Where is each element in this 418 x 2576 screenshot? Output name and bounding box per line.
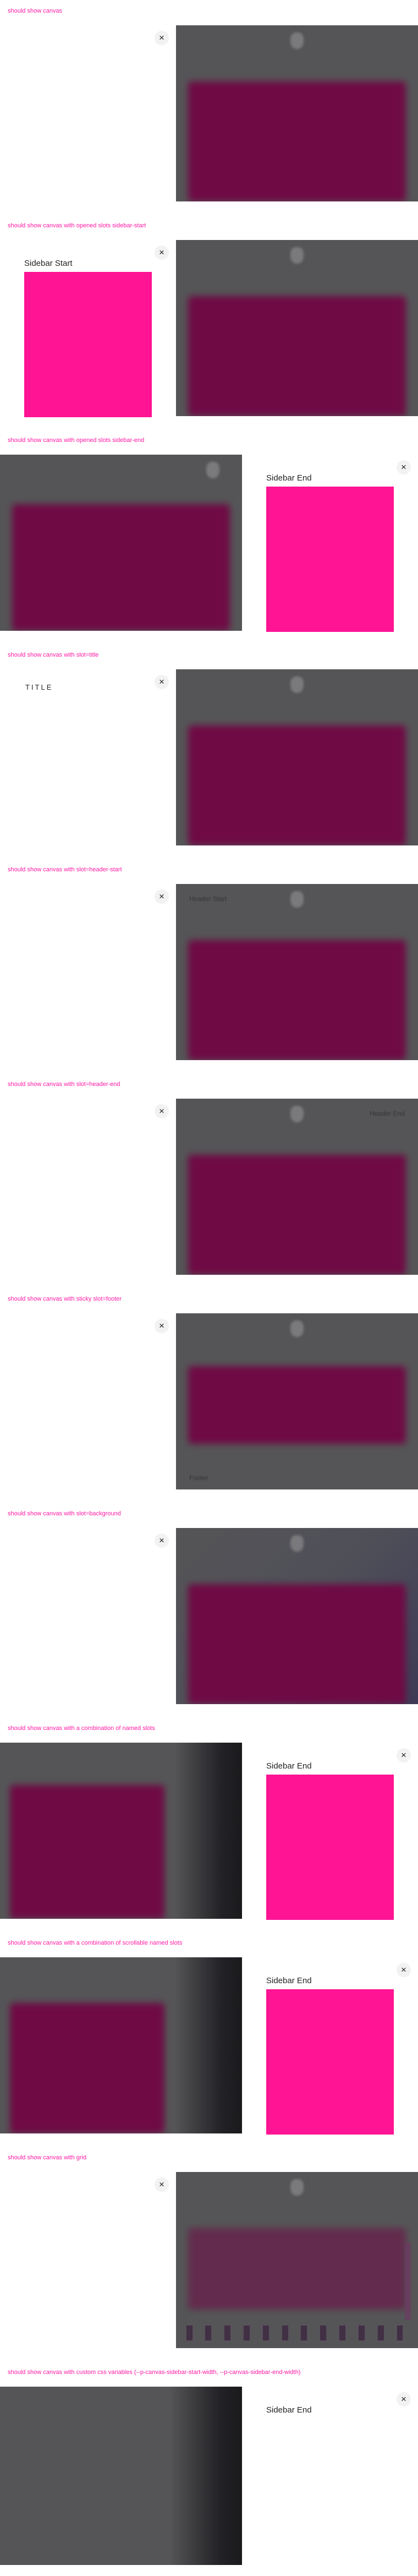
sidebar-end-content [266, 487, 394, 632]
example-grid: should show canvas with grid × [0, 2147, 418, 2361]
canvas-main [176, 25, 418, 201]
sidebar-start-title: Sidebar Start [24, 259, 73, 268]
grid-column [205, 2325, 212, 2342]
example-heading: should show canvas with slot=header-end [8, 1081, 120, 1088]
sidebar-start-shadow [174, 1957, 242, 2133]
canvas-main [176, 240, 418, 416]
example-sidebar-end: should show canvas with opened slots sid… [0, 429, 418, 644]
example-combination: should show canvas with a combination of… [0, 1717, 418, 1932]
grid-column [281, 2325, 289, 2342]
close-icon[interactable]: × [155, 1319, 169, 1333]
canvas-main [0, 1957, 242, 2133]
close-icon[interactable]: × [155, 1533, 169, 1548]
example-header-end: should show canvas with slot=header-end … [0, 1073, 418, 1288]
example-heading: should show canvas with custom css varia… [8, 2369, 301, 2376]
canvas-main [0, 455, 242, 631]
grid-column [339, 2325, 346, 2342]
sidebar-start-content [24, 272, 152, 417]
main-content [188, 1155, 406, 1275]
grid-column [396, 2325, 404, 2342]
logo-icon [290, 676, 304, 693]
close-icon[interactable]: × [397, 1963, 411, 1977]
logo-icon [290, 891, 304, 908]
canvas-main [0, 2387, 242, 2565]
grid-column [185, 2325, 193, 2342]
sidebar-end-title: Sidebar End [266, 2405, 312, 2415]
logo-icon [290, 2179, 304, 2196]
logo-icon [290, 1105, 304, 1122]
canvas-main [176, 2172, 418, 2348]
sidebar-end-title: Sidebar End [266, 1761, 312, 1771]
canvas-main: Header End [176, 1099, 418, 1275]
main-content [188, 725, 406, 845]
sidebar-end-title: Sidebar End [266, 473, 312, 483]
logo-icon [206, 461, 220, 478]
logo-icon [290, 32, 304, 49]
close-icon[interactable]: × [155, 675, 169, 689]
canvas-main [176, 1528, 418, 1704]
sidebar-end-content [266, 1775, 394, 1920]
example-heading: should show canvas with opened slots sid… [8, 222, 146, 229]
example-heading: should show canvas with a combination of… [8, 1725, 155, 1732]
example-css-variables: should show canvas with custom css varia… [0, 2361, 418, 2576]
logo-icon [290, 1535, 304, 1552]
grid-column [377, 2325, 384, 2342]
example-heading: should show canvas with slot=title [8, 652, 99, 658]
canvas-main: Header Start [176, 884, 418, 1060]
example-heading: should show canvas with a combination of… [8, 1940, 183, 1946]
example-combination-scrollable: should show canvas with a combination of… [0, 1932, 418, 2147]
main-content [188, 296, 406, 416]
example-header-start: should show canvas with slot=header-star… [0, 859, 418, 1073]
header-end-text: Header End [369, 1110, 405, 1117]
main-content [188, 940, 406, 1060]
main-content [12, 504, 230, 631]
close-icon[interactable]: × [397, 1748, 411, 1762]
main-content [188, 1584, 406, 1704]
example-title: should show canvas with slot=title TITLE… [0, 644, 418, 859]
close-icon[interactable]: × [155, 31, 169, 45]
logo-icon [290, 1320, 304, 1337]
grid-column [262, 2325, 270, 2342]
canvas-main: Footer [176, 1313, 418, 1489]
close-icon[interactable]: × [155, 1104, 169, 1118]
example-heading: should show canvas with grid [8, 2154, 87, 2161]
main-content [9, 2003, 165, 2133]
example-background: should show canvas with slot=background … [0, 1503, 418, 1717]
sidebar-end-content [266, 1989, 394, 2135]
grid-column [243, 2325, 250, 2342]
example-heading: should show canvas with opened slots sid… [8, 437, 145, 444]
grid-column [405, 2242, 411, 2320]
example-heading: should show canvas with slot=header-star… [8, 866, 122, 873]
main-content [9, 1784, 165, 1919]
close-icon[interactable]: × [155, 2177, 169, 2192]
grid-column [224, 2325, 232, 2342]
example-heading: should show canvas [8, 8, 63, 14]
grid-column [358, 2325, 365, 2342]
main-content [188, 2228, 406, 2310]
canvas-title: TITLE [25, 683, 53, 691]
example-heading: should show canvas with slot=background [8, 1510, 121, 1517]
example-heading: should show canvas with sticky slot=foot… [8, 1296, 122, 1302]
example-footer: should show canvas with sticky slot=foot… [0, 1288, 418, 1503]
example-canvas: should show canvas × [0, 0, 418, 215]
grid-column [300, 2325, 308, 2342]
canvas-main [176, 669, 418, 845]
grid-column [320, 2325, 327, 2342]
sidebar-end-title: Sidebar End [266, 1976, 312, 1985]
grid-columns [185, 2325, 409, 2342]
example-sidebar-start: should show canvas with opened slots sid… [0, 215, 418, 429]
footer-text: Footer [189, 1474, 208, 1482]
header-start-text: Header Start [189, 895, 227, 903]
close-icon[interactable]: × [397, 2392, 411, 2406]
logo-icon [290, 247, 304, 264]
sidebar-start-shadow [169, 2387, 242, 2565]
close-icon[interactable]: × [155, 889, 169, 904]
main-content [188, 81, 406, 201]
main-content [188, 1366, 406, 1444]
close-icon[interactable]: × [155, 245, 169, 260]
close-icon[interactable]: × [397, 460, 411, 474]
sidebar-start-shadow [174, 1743, 242, 1919]
canvas-main [0, 1743, 242, 1919]
